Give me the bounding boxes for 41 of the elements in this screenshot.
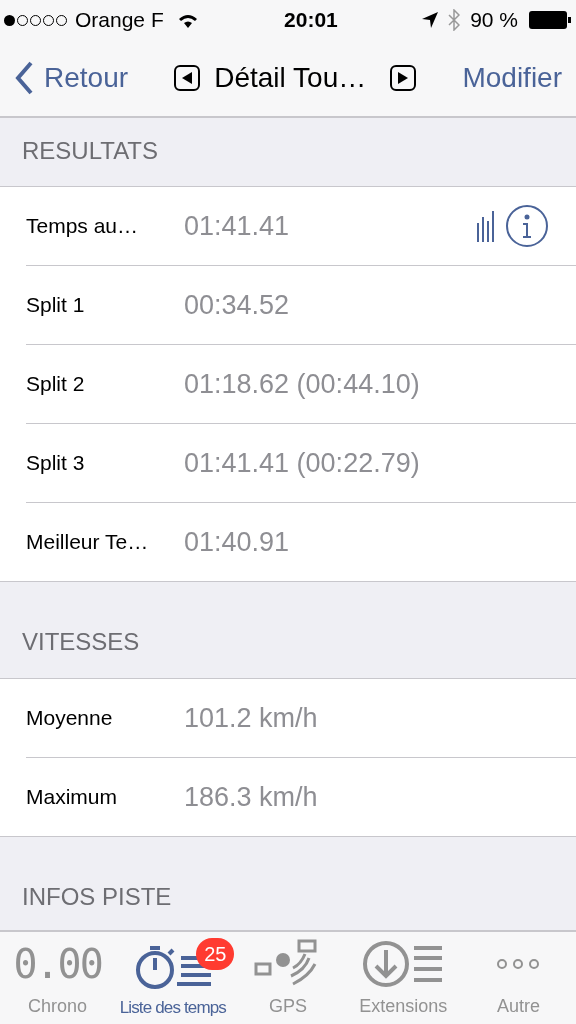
location-arrow-icon (422, 12, 439, 28)
edit-button[interactable]: Modifier (462, 57, 562, 99)
triangle-left-icon (182, 72, 193, 84)
next-button[interactable] (390, 65, 417, 91)
row-value: 01:41.41 (184, 209, 291, 243)
row-label: Split 2 (26, 371, 86, 398)
battery-icon (528, 10, 572, 30)
tab-bar-item[interactable]: Autre (460, 932, 576, 1024)
section-header: RESULTATS (22, 136, 159, 166)
row-label: Moyenne (26, 705, 114, 732)
previous-button[interactable] (174, 65, 201, 91)
row-label: Split 1 (26, 292, 86, 319)
row-value: 186.3 km/h (184, 780, 319, 814)
row-label: Maximum (26, 784, 118, 811)
bars-chart-icon[interactable] (476, 209, 496, 243)
row-label: Split 3 (26, 450, 86, 477)
battery-percent: 90 % (470, 7, 518, 34)
badge: 25 (196, 938, 235, 970)
row-label: Temps au… (26, 213, 140, 240)
triangle-right-icon (398, 72, 409, 84)
download-list-icon (362, 938, 445, 990)
row-value: 01:41.41 (00:22.79) (184, 446, 421, 480)
carrier-name: Orange F (75, 7, 164, 34)
row-label: Meilleur Te… (26, 529, 150, 556)
info-icon (522, 214, 532, 238)
row-value: 01:18.62 (00:44.10) (184, 367, 421, 401)
info-button[interactable] (506, 205, 548, 247)
row-value: 01:40.91 (184, 525, 291, 559)
chevron-left-icon (14, 60, 34, 96)
row-value: 00:34.52 (184, 288, 291, 322)
section-header: INFOS PISTE (22, 882, 172, 912)
bluetooth-icon (448, 9, 461, 31)
section-header: VITESSES (22, 627, 140, 657)
row-value: 101.2 km/h (184, 701, 319, 735)
back-button[interactable]: Retour (14, 57, 129, 99)
tab-bar-item[interactable]: Extensions (345, 932, 461, 1024)
digital-display-icon: 0.00 (13, 944, 102, 984)
tab-bar-item[interactable]: 0.00 Chrono (0, 932, 116, 1024)
clock: 20:01 (284, 7, 338, 34)
more-icon (496, 958, 541, 970)
nav-title: Détail Tou… (214, 61, 367, 95)
